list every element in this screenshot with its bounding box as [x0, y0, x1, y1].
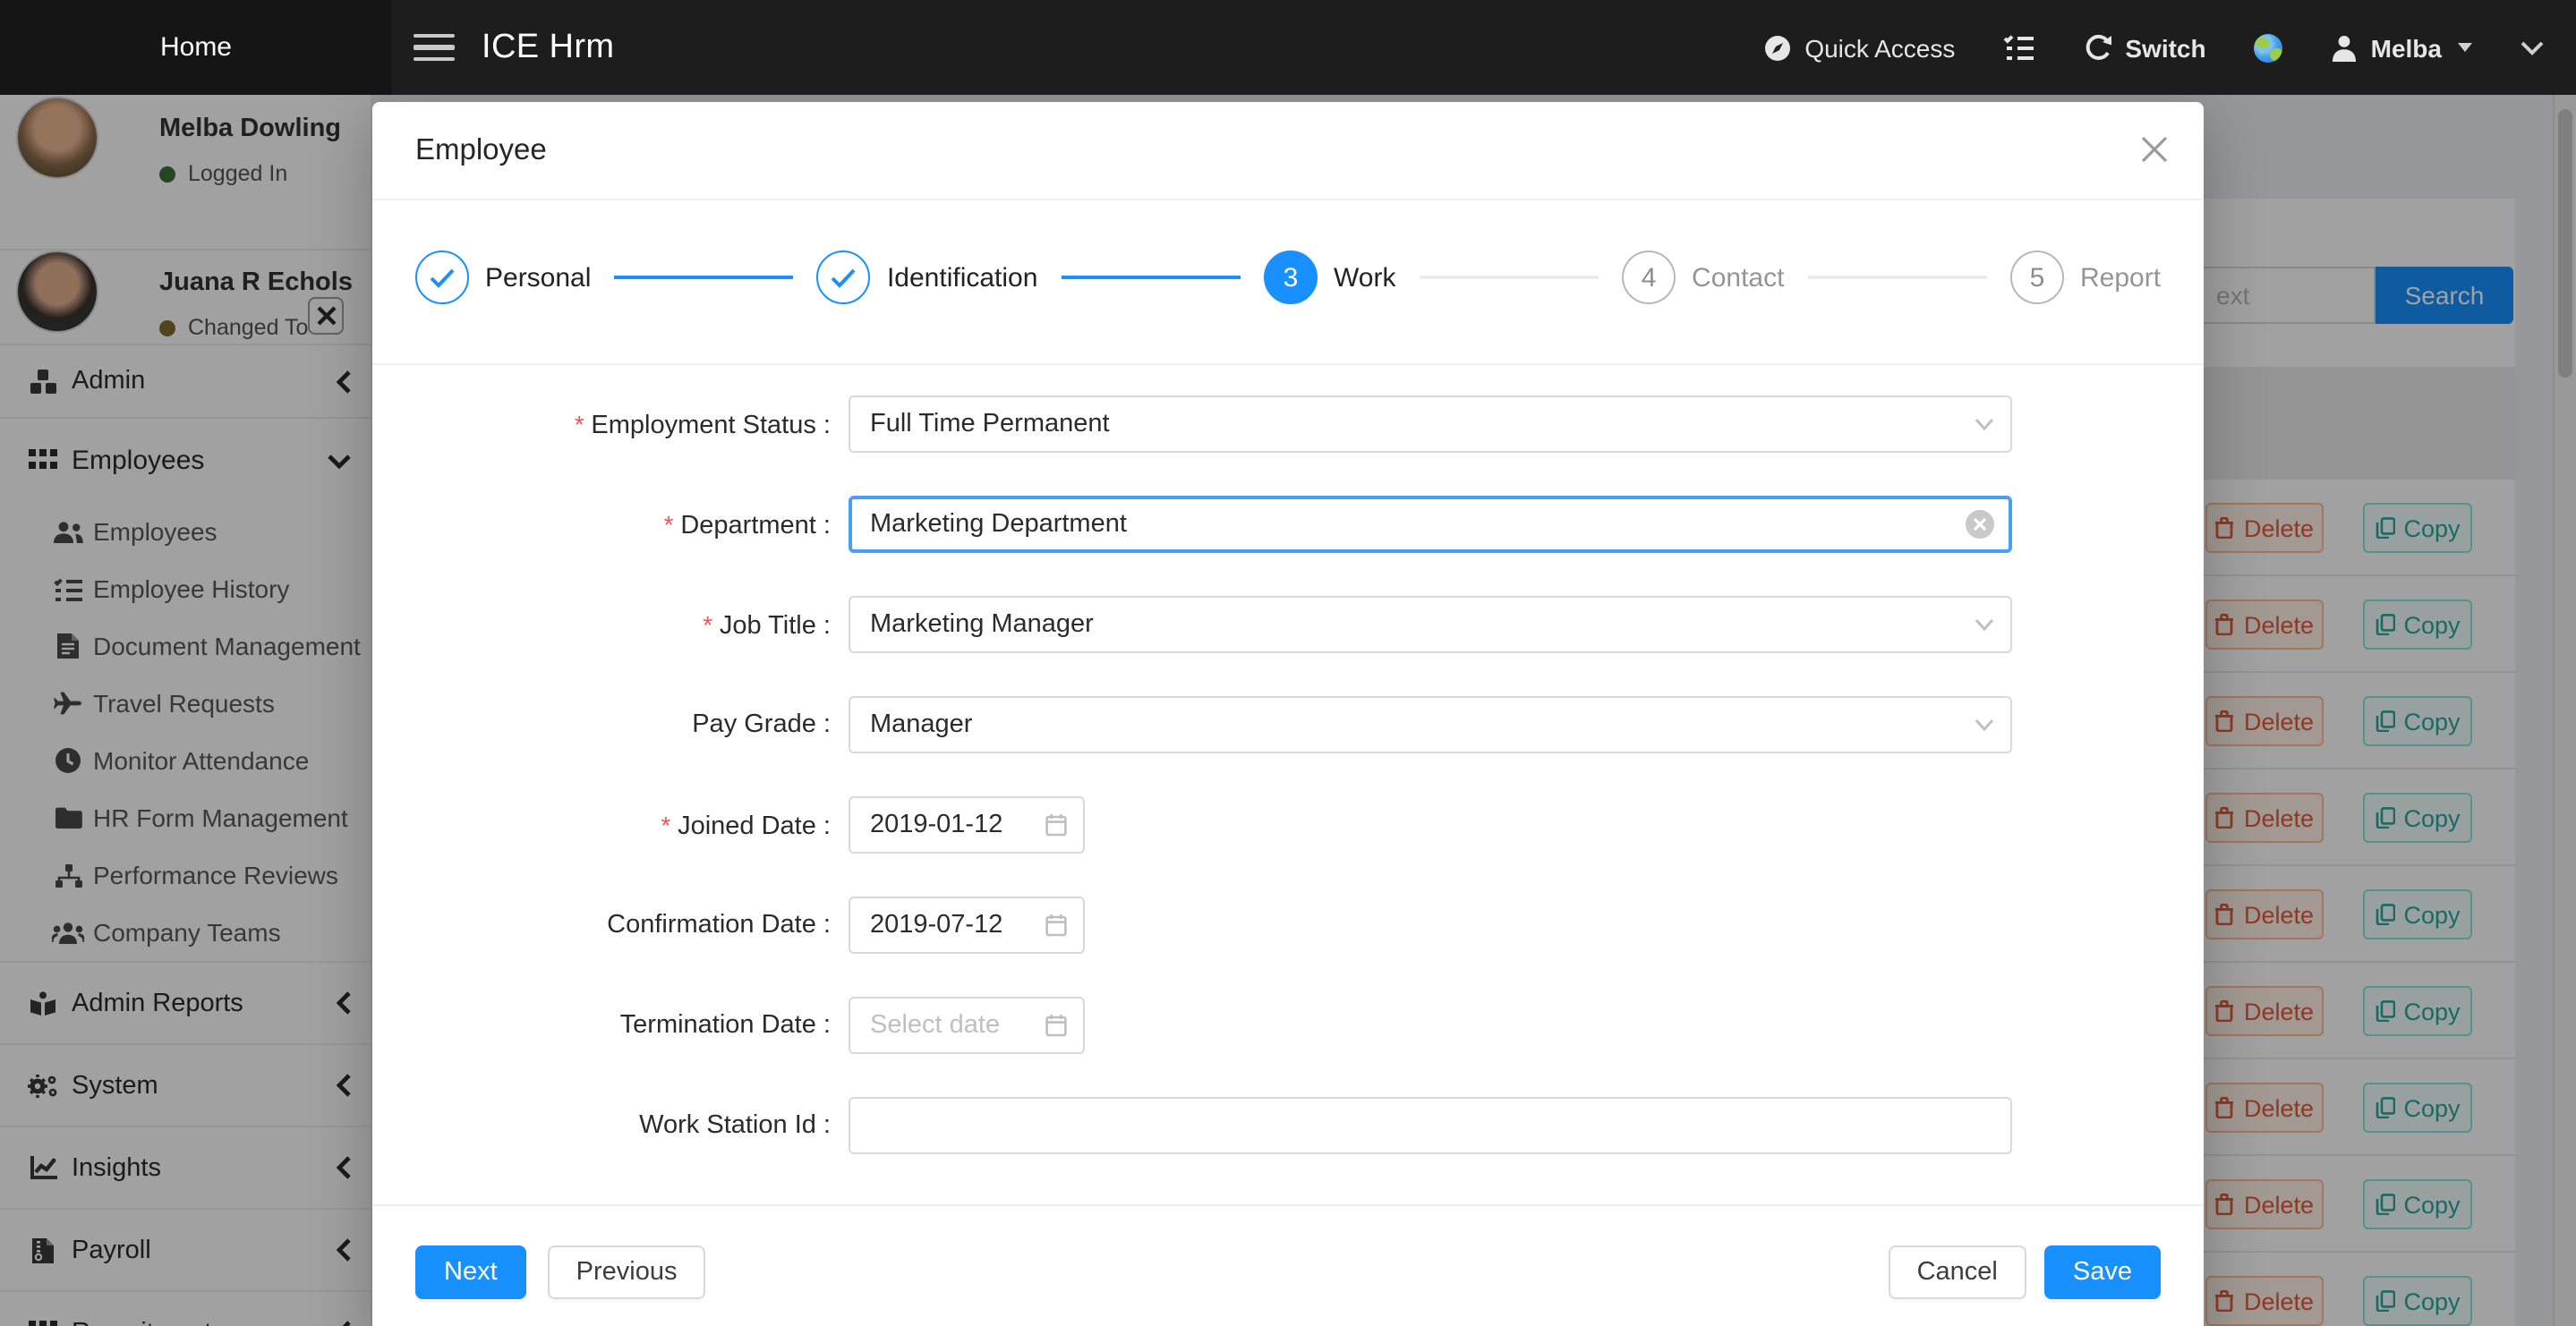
step-number: 5 [2010, 251, 2064, 304]
work-form: Employment Status Full Time Permanent De… [372, 365, 2204, 1154]
calendar-icon [1045, 813, 1067, 837]
modal-header: Employee [372, 102, 2204, 200]
form-row-employment-status: Employment Status Full Time Permanent [415, 395, 2161, 453]
form-row-pay-grade: Pay Grade Manager [415, 696, 2161, 753]
step-number: 3 [1264, 251, 1318, 304]
navbar-collapse-chevron[interactable] [2521, 40, 2544, 55]
next-button[interactable]: Next [415, 1245, 526, 1299]
wizard-steps: Personal Identification 3 Work 4 Contact [372, 200, 2204, 304]
close-icon[interactable] [2141, 136, 2168, 163]
field-label: Employment Status [415, 409, 831, 439]
chevron-down-icon [1975, 718, 1994, 731]
user-icon [2332, 33, 2358, 62]
field-label: Termination Date [415, 1011, 831, 1040]
top-navbar: Home ICE Hrm Quick Access [0, 0, 2576, 95]
modal-title: Employee [415, 133, 547, 167]
save-button[interactable]: Save [2044, 1245, 2161, 1299]
app-brand[interactable]: ICE Hrm [482, 28, 614, 67]
step-contact[interactable]: 4 Contact [1622, 251, 1784, 304]
form-row-work-station-id: Work Station Id [415, 1097, 2161, 1154]
step-number: 4 [1622, 251, 1676, 304]
hamburger-icon[interactable] [414, 34, 455, 62]
field-label: Job Title [415, 609, 831, 640]
field-label: Department [415, 509, 831, 540]
calendar-icon [1045, 914, 1067, 937]
language-globe-icon[interactable] [2255, 33, 2283, 62]
form-row-confirmation-date: Confirmation Date 2019-07-12 [415, 897, 2161, 954]
check-icon [415, 251, 469, 304]
form-row-department: Department Marketing Department [415, 496, 2161, 553]
switch-button[interactable]: Switch [2084, 33, 2205, 62]
quick-access-button[interactable]: Quick Access [1763, 33, 1955, 62]
navbar-actions: Quick Access Switch [1763, 33, 2576, 62]
clear-icon[interactable] [1966, 510, 1994, 539]
step-connector [1061, 276, 1241, 279]
step-connector [1419, 276, 1599, 279]
form-row-joined-date: Joined Date 2019-01-12 [415, 796, 2161, 854]
caret-down-icon [2458, 43, 2472, 52]
user-menu[interactable]: Melba [2332, 33, 2472, 62]
field-label: Work Station Id [415, 1111, 831, 1140]
confirmation-date-picker[interactable]: 2019-07-12 [849, 897, 1085, 954]
department-select[interactable]: Marketing Department [849, 496, 2012, 553]
field-label: Pay Grade [415, 710, 831, 739]
step-report[interactable]: 5 Report [2010, 251, 2161, 304]
work-station-id-input[interactable] [849, 1097, 2012, 1154]
step-personal[interactable]: Personal [415, 251, 591, 304]
chevron-down-icon [1975, 618, 1994, 631]
employee-modal: Employee Personal Identification 3 [372, 102, 2204, 1326]
form-row-termination-date: Termination Date Select date [415, 997, 2161, 1054]
termination-date-picker[interactable]: Select date [849, 997, 1085, 1054]
check-icon [817, 251, 871, 304]
step-identification[interactable]: Identification [817, 251, 1037, 304]
calendar-icon [1045, 1014, 1067, 1037]
employment-status-select[interactable]: Full Time Permanent [849, 395, 2012, 453]
pay-grade-select[interactable]: Manager [849, 696, 2012, 753]
app-root: Home ICE Hrm Quick Access [0, 0, 2576, 1326]
compass-icon [1763, 33, 1792, 62]
modal-footer: Next Previous Cancel Save [372, 1204, 2204, 1299]
cancel-button[interactable]: Cancel [1889, 1245, 2026, 1299]
form-row-job-title: Job Title Marketing Manager [415, 596, 2161, 653]
step-work[interactable]: 3 Work [1264, 251, 1395, 304]
switch-icon [2084, 33, 2112, 62]
nav-home-link[interactable]: Home [0, 0, 392, 95]
field-label: Joined Date [415, 810, 831, 840]
job-title-select[interactable]: Marketing Manager [849, 596, 2012, 653]
field-label: Confirmation Date [415, 911, 831, 939]
step-connector [1807, 276, 1987, 279]
joined-date-picker[interactable]: 2019-01-12 [849, 796, 1085, 854]
tasks-icon[interactable] [2003, 33, 2035, 62]
step-connector [614, 276, 794, 279]
chevron-down-icon [1975, 418, 1994, 430]
previous-button[interactable]: Previous [548, 1245, 706, 1299]
